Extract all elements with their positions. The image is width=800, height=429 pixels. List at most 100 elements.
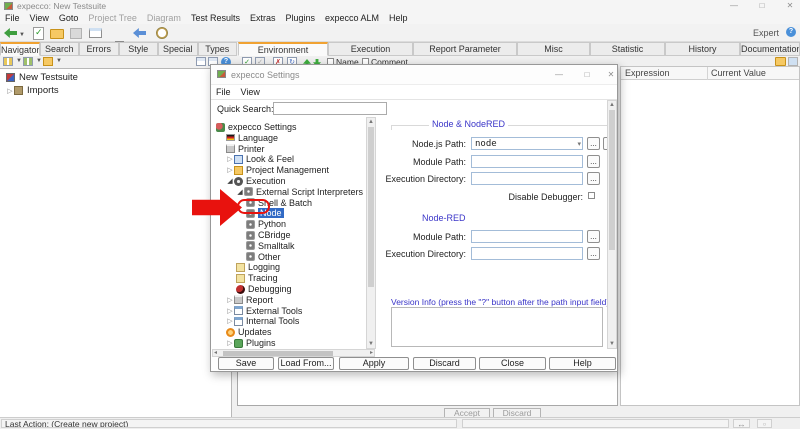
browse-button[interactable]: ... (587, 247, 600, 260)
version-info-textarea[interactable] (391, 307, 603, 347)
back-dropdown-caret[interactable]: ▼ (19, 32, 25, 38)
chevron-down-icon[interactable]: ▼ (56, 58, 62, 64)
settings-tree-item-printer[interactable]: Printer (226, 144, 265, 154)
quick-search-input[interactable] (273, 102, 387, 115)
load-from-button[interactable]: Load From... (278, 357, 334, 370)
path-input[interactable] (471, 247, 583, 260)
menu-item-test-results[interactable]: Test Results (186, 13, 245, 23)
tab-search[interactable]: Search (40, 42, 80, 56)
scrollbar-thumb[interactable] (223, 351, 333, 356)
collapse-icon[interactable]: ◢ (236, 188, 244, 196)
settings-tree-item-external-script-interpreters[interactable]: ◢External Script Interpreters (236, 187, 363, 197)
tab-types[interactable]: Types (198, 42, 238, 56)
expand-icon[interactable]: ▷ (226, 166, 234, 174)
settings-tree-item-language[interactable]: Language (226, 133, 278, 143)
view-folder-icon[interactable] (43, 57, 53, 66)
settings-tree-item-other[interactable]: Other (246, 252, 281, 262)
settings-tree-item-tracing[interactable]: Tracing (236, 273, 278, 283)
tab-statistic[interactable]: Statistic (590, 42, 665, 56)
dialog-menu-item-view[interactable]: View (236, 87, 265, 97)
browse-button[interactable]: ... (587, 230, 600, 243)
menu-item-expecco-alm[interactable]: expecco ALM (320, 13, 384, 23)
path-combo-input[interactable]: node▾ (471, 137, 583, 150)
open-button[interactable] (50, 29, 64, 39)
undo-button[interactable] (133, 28, 146, 38)
save-button[interactable] (70, 28, 82, 39)
dialog-maximize-button[interactable]: □ (579, 69, 595, 80)
settings-tree-item-report[interactable]: ▷Report (226, 295, 273, 305)
help-icon[interactable]: ? (786, 27, 796, 37)
dialog-menu-item-file[interactable]: File (211, 87, 236, 97)
scroll-down-icon[interactable]: ▼ (608, 341, 616, 347)
column-header-current-value[interactable]: Current Value (711, 68, 766, 78)
tab-execution[interactable]: Execution (328, 42, 413, 56)
new-testsuite-button[interactable]: ✓ (33, 27, 44, 40)
settings-tree-item-internal-tools[interactable]: ▷Internal Tools (226, 316, 299, 326)
settings-tree-item-expecco-settings[interactable]: expecco Settings (216, 122, 297, 132)
scrollbar-thumb[interactable] (609, 110, 615, 250)
settings-tree-item-look-feel[interactable]: ▷Look & Feel (226, 154, 294, 164)
menu-item-file[interactable]: File (0, 13, 25, 23)
close-button[interactable]: Close (479, 357, 546, 370)
scrollbar-thumb[interactable] (368, 127, 374, 287)
detach-view-icon[interactable] (196, 57, 206, 66)
scroll-up-icon[interactable]: ▲ (608, 102, 616, 108)
discard-button[interactable]: Discard (413, 357, 476, 370)
browse-button[interactable]: ... (587, 172, 600, 185)
scroll-right-icon[interactable]: ▸ (370, 350, 373, 357)
expander-icon[interactable]: ▷ (6, 87, 14, 95)
help-button[interactable]: Help (549, 357, 616, 370)
expand-icon[interactable]: ▷ (226, 155, 234, 163)
expand-icon[interactable]: ▷ (226, 296, 234, 304)
view-grid-icon[interactable] (3, 57, 13, 66)
form-scrollbar-vertical[interactable]: ▲ ▼ (607, 100, 617, 349)
settings-tree-item-python[interactable]: Python (246, 219, 286, 229)
tree-item-imports[interactable]: ▷ Imports (6, 85, 59, 96)
settings-tree-item-cbridge[interactable]: CBridge (246, 230, 291, 240)
close-button[interactable]: ✕ (782, 1, 798, 11)
tab-history[interactable]: History (665, 42, 740, 56)
apply-button[interactable]: Apply (339, 357, 409, 370)
tab-environment[interactable]: Environment (238, 42, 328, 56)
tab-errors[interactable]: Errors (79, 42, 119, 56)
menu-item-view[interactable]: View (25, 13, 54, 23)
browse-button[interactable]: ... (587, 155, 600, 168)
tab-misc[interactable]: Misc (517, 42, 590, 56)
settings-tree-item-logging[interactable]: Logging (236, 262, 280, 272)
settings-tree-item-updates[interactable]: Updates (226, 327, 272, 337)
tab-navigator[interactable]: Navigator (0, 42, 40, 56)
expand-icon[interactable]: ▷ (226, 339, 234, 347)
disable-debugger-checkbox[interactable] (588, 192, 595, 199)
collapse-icon[interactable]: ◢ (226, 177, 234, 185)
tab-special[interactable]: Special (158, 42, 198, 56)
maximize-button[interactable]: □ (754, 1, 770, 11)
column-header-expression[interactable]: Expression (625, 68, 670, 78)
browse-button[interactable]: ... (587, 137, 600, 150)
combo-dropdown-icon[interactable]: ▾ (577, 140, 581, 148)
menu-item-goto[interactable]: Goto (54, 13, 84, 23)
expand-icon[interactable]: ▷ (226, 307, 234, 315)
menu-item-help[interactable]: Help (384, 13, 413, 23)
path-input[interactable] (471, 230, 583, 243)
save-button[interactable]: Save (218, 357, 274, 370)
menu-item-diagram[interactable]: Diagram (142, 13, 186, 23)
settings-tree-item-external-tools[interactable]: ▷External Tools (226, 306, 302, 316)
settings-tree-item-execution[interactable]: ◢Execution (226, 176, 286, 186)
tree-scrollbar-vertical[interactable]: ▲ ▼ (366, 117, 376, 349)
column-divider[interactable] (707, 67, 708, 80)
chevron-down-icon[interactable]: ▼ (36, 58, 42, 64)
scroll-down-icon[interactable]: ▼ (367, 341, 375, 347)
view-columns-icon[interactable] (23, 57, 33, 66)
back-button[interactable] (4, 28, 17, 38)
dialog-close-button[interactable]: ✕ (603, 69, 619, 80)
scroll-left-icon[interactable]: ◂ (214, 350, 217, 357)
path-input[interactable] (471, 155, 583, 168)
tree-item-new-testsuite[interactable]: New Testsuite (6, 72, 78, 83)
tab-documentation[interactable]: Documentation (740, 42, 800, 56)
path-input[interactable] (471, 172, 583, 185)
chevron-down-icon[interactable]: ▼ (16, 58, 22, 64)
settings-tree-item-project-management[interactable]: ▷Project Management (226, 165, 329, 175)
settings-tree-item-plugins[interactable]: ▷Plugins (226, 338, 276, 348)
new-window-button[interactable] (89, 28, 102, 38)
save-environment-icon[interactable] (788, 57, 798, 66)
